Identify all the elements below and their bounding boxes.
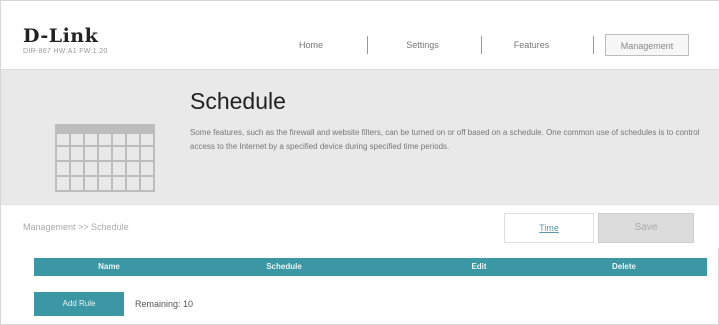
page-banner: Schedule Some features, such as the fire…: [1, 69, 719, 204]
remaining-rules-text: Remaining: 10: [135, 299, 194, 309]
page-title: Schedule: [190, 88, 286, 114]
save-button[interactable]: Save: [598, 213, 694, 243]
nav-divider: [481, 36, 482, 54]
add-rule-button[interactable]: Add Rule: [34, 292, 124, 316]
toolbar: Management >> Schedule Time Save: [1, 204, 719, 248]
nav-divider: [367, 36, 368, 54]
column-edit: Edit: [471, 262, 487, 271]
nav-divider: [593, 36, 594, 54]
time-button[interactable]: Time: [504, 213, 594, 243]
dlink-logo: D-Link: [23, 25, 99, 47]
nav-settings[interactable]: Settings: [375, 34, 470, 56]
page-header: D-Link DIR-867 HW:A1 FW:1.20 Home Settin…: [1, 1, 719, 69]
nav-management[interactable]: Management: [605, 34, 689, 56]
nav-features[interactable]: Features: [489, 34, 574, 56]
column-delete: Delete: [611, 262, 636, 271]
nav-home[interactable]: Home: [271, 34, 351, 56]
router-admin-page: D-Link DIR-867 HW:A1 FW:1.20 Home Settin…: [0, 0, 719, 325]
device-model-text: DIR-867 HW:A1 FW:1.20: [23, 48, 108, 55]
column-name: Name: [98, 262, 120, 271]
schedule-table-header: Name Schedule Edit Delete: [34, 258, 707, 276]
column-schedule: Schedule: [266, 262, 302, 271]
calendar-icon: [55, 124, 155, 192]
main-navigation: Home Settings Features Management: [271, 34, 701, 56]
breadcrumb: Management >> Schedule: [23, 222, 129, 232]
page-description: Some features, such as the firewall and …: [190, 128, 700, 151]
